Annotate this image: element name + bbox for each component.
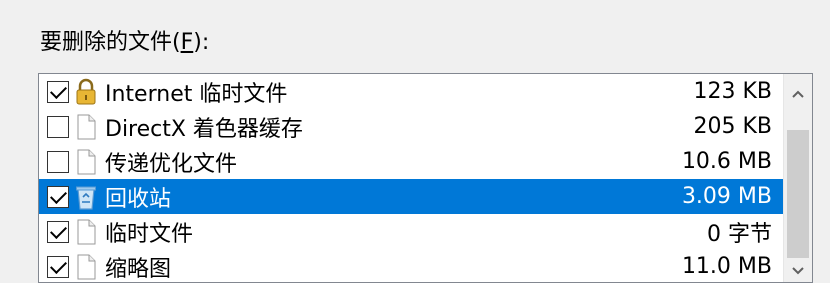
item-size: 205 KB: [693, 114, 772, 139]
item-size: 11.0 MB: [681, 254, 772, 279]
checkbox-internet-temp[interactable]: [47, 80, 69, 103]
item-name: 缩略图: [105, 256, 172, 282]
files-list: Internet 临时文件 123 KB DirectX 着色器缓存 205 K…: [39, 74, 784, 282]
chevron-down-icon: [792, 267, 804, 275]
lock-icon: [73, 78, 99, 106]
document-icon: [73, 148, 99, 176]
document-icon: [73, 218, 99, 246]
list-item-delivery-optimization[interactable]: 传递优化文件 10.6 MB: [39, 144, 784, 179]
checkbox-thumbnails[interactable]: [47, 255, 69, 278]
vertical-scrollbar[interactable]: [783, 74, 812, 282]
list-item-temporary-files[interactable]: 临时文件 0 字节: [39, 214, 784, 249]
item-name: DirectX 着色器缓存: [105, 116, 303, 142]
item-name: 传递优化文件: [105, 151, 238, 177]
document-icon: [73, 113, 99, 141]
list-item-directx-shader-cache[interactable]: DirectX 着色器缓存 205 KB: [39, 109, 784, 144]
files-label-text: 要删除的文件(: [40, 30, 181, 55]
recycle-bin-icon: [73, 183, 99, 211]
chevron-up-icon: [792, 90, 804, 98]
files-label-accelerator: F: [180, 30, 194, 55]
checkbox-recycle-bin[interactable]: [47, 185, 69, 208]
scroll-down-button[interactable]: [784, 258, 812, 282]
item-name: 临时文件: [105, 221, 194, 247]
checkbox-temporary-files[interactable]: [47, 220, 69, 243]
item-name: Internet 临时文件: [105, 81, 288, 107]
item-name: 回收站: [105, 186, 172, 212]
list-item-thumbnails[interactable]: 缩略图 11.0 MB: [39, 249, 784, 282]
files-listbox[interactable]: Internet 临时文件 123 KB DirectX 着色器缓存 205 K…: [38, 73, 813, 283]
scroll-thumb[interactable]: [787, 130, 809, 258]
list-item-internet-temp[interactable]: Internet 临时文件 123 KB: [39, 74, 784, 109]
item-size: 3.09 MB: [681, 184, 772, 209]
item-size: 10.6 MB: [681, 149, 772, 174]
checkbox-directx-shader-cache[interactable]: [47, 115, 69, 138]
document-icon: [73, 253, 99, 281]
files-to-delete-label: 要删除的文件(F):: [40, 28, 209, 58]
item-size: 123 KB: [693, 79, 772, 104]
checkbox-delivery-optimization[interactable]: [47, 150, 69, 173]
files-label-suffix: ):: [193, 30, 210, 55]
scroll-up-button[interactable]: [784, 74, 812, 114]
list-item-recycle-bin[interactable]: 回收站 3.09 MB: [39, 179, 784, 214]
item-size: 0 字节: [707, 221, 772, 247]
